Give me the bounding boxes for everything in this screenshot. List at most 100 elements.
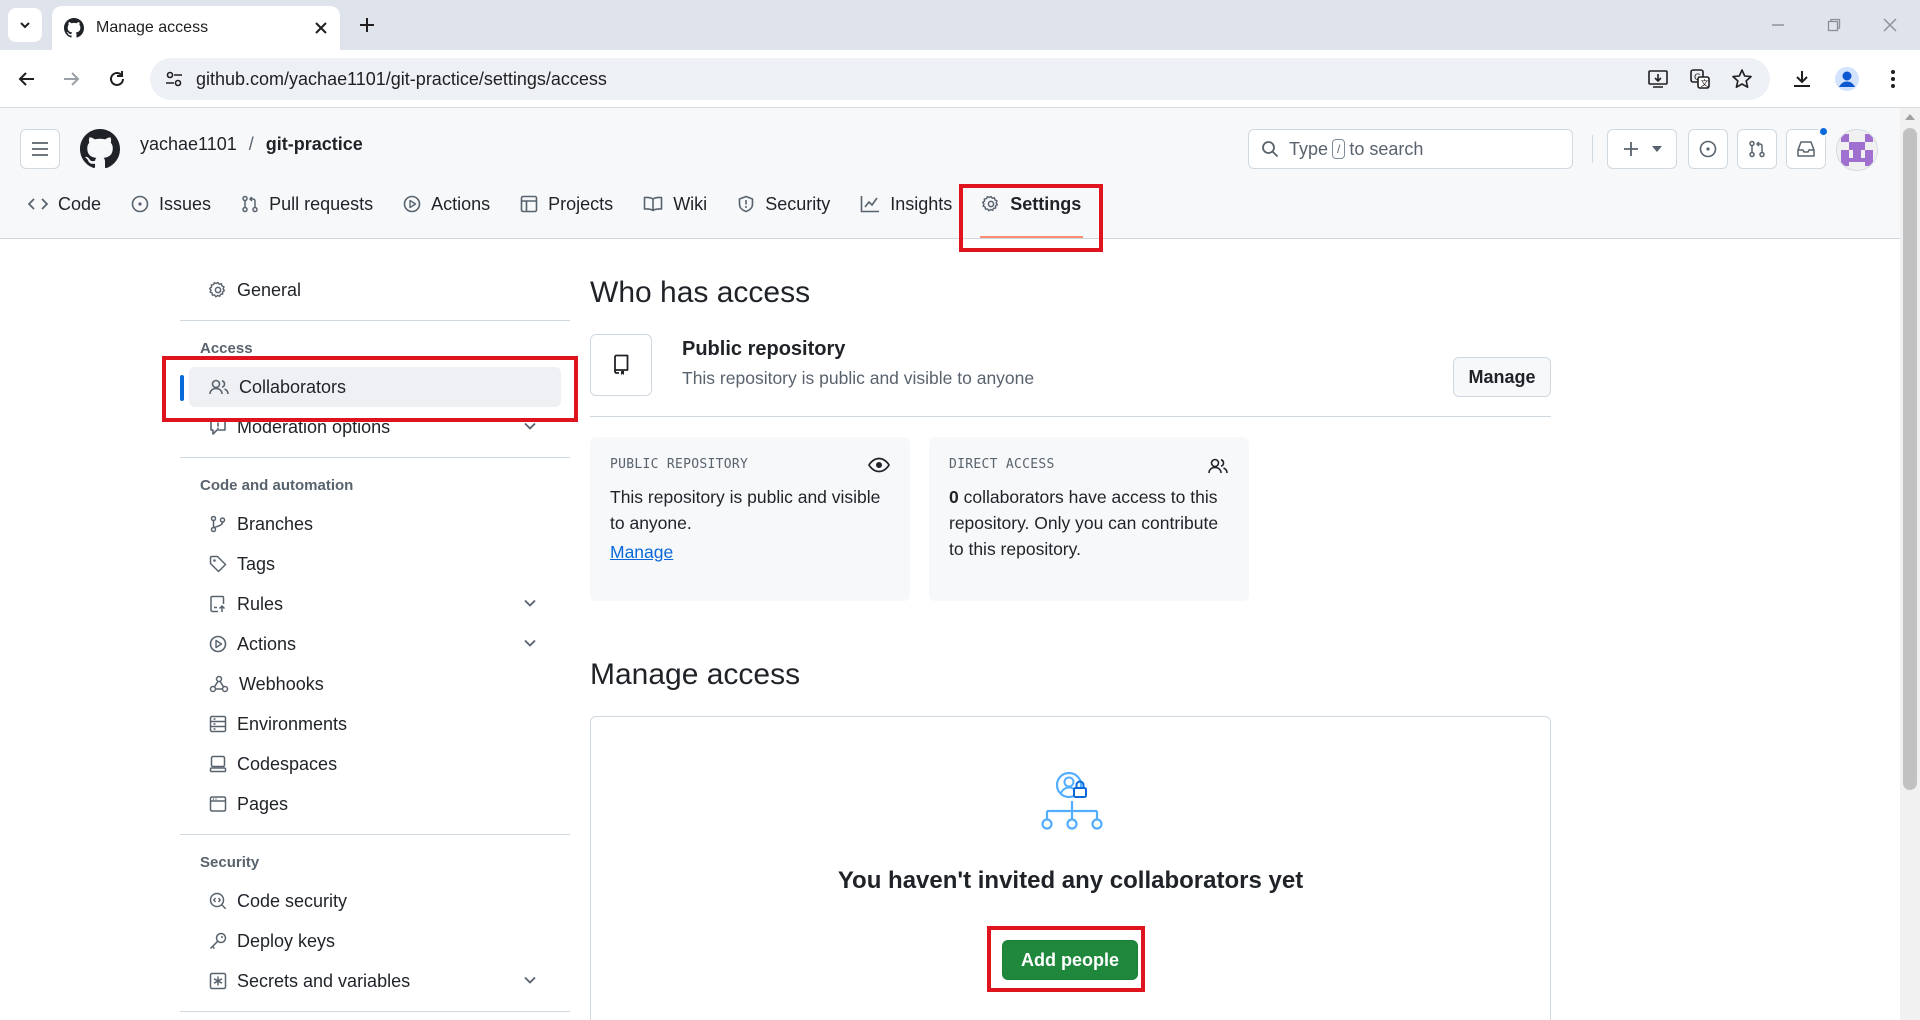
bookmark-star-icon[interactable]: [1730, 67, 1754, 91]
card-text: 0 collaborators have access to this repo…: [949, 484, 1229, 562]
create-new-button[interactable]: [1607, 129, 1677, 169]
sidebar-item-rules[interactable]: Rules: [189, 584, 561, 624]
graph-icon: [860, 196, 880, 213]
tab-code[interactable]: Code: [16, 181, 113, 227]
avatar[interactable]: [1836, 129, 1878, 171]
sidebar-item-branches[interactable]: Branches: [189, 504, 561, 544]
sidebar-item-label: Branches: [237, 513, 314, 534]
tab-actions[interactable]: Actions: [391, 181, 502, 227]
sidebar-item-codespaces[interactable]: Codespaces: [189, 744, 561, 784]
restore-button[interactable]: [1814, 10, 1854, 40]
chevron-down-icon: [524, 599, 536, 607]
sidebar-item-webhooks[interactable]: Webhooks: [189, 664, 561, 704]
tab-issues[interactable]: Issues: [119, 181, 223, 227]
tab-wiki[interactable]: Wiki: [631, 181, 719, 227]
sidebar-item-code-security[interactable]: Code security: [189, 881, 561, 921]
page: Manage access github.com/yachae1101/git-…: [0, 0, 1920, 1020]
tab-label: Wiki: [673, 193, 708, 214]
sidebar-item-label: Moderation options: [237, 416, 391, 437]
minimize-icon: [1772, 24, 1784, 26]
hamburger-menu-button[interactable]: [20, 129, 60, 169]
sidebar-item-tags[interactable]: Tags: [189, 544, 561, 584]
browser-menu-button[interactable]: [1874, 60, 1912, 98]
chevron-down-icon: [524, 422, 536, 430]
hamburger-icon: [32, 142, 48, 156]
back-button[interactable]: [8, 60, 46, 98]
reload-icon: [110, 71, 124, 86]
pull-requests-shortcut-button[interactable]: [1737, 129, 1777, 169]
manage-access-title: Manage access: [590, 658, 801, 691]
browser-tab[interactable]: Manage access: [52, 6, 340, 50]
gear-icon: [209, 281, 226, 298]
issue-icon: [1699, 140, 1717, 158]
owner-link[interactable]: yachae1101: [140, 134, 237, 155]
asterisk-icon: [209, 972, 227, 990]
minimize-button[interactable]: [1758, 10, 1798, 40]
card-text: This repository is public and visible to…: [610, 487, 881, 533]
site-info-icon[interactable]: [162, 67, 186, 91]
sidebar-item-environments[interactable]: Environments: [189, 704, 561, 744]
pull-request-icon: [1749, 140, 1765, 158]
tab-settings[interactable]: Settings: [970, 181, 1093, 238]
sidebar-item-collaborators[interactable]: Collaborators: [180, 367, 561, 407]
sidebar-divider: [180, 457, 570, 458]
sidebar-item-general[interactable]: General: [189, 270, 561, 310]
tab-label: Actions: [431, 193, 491, 214]
add-people-button[interactable]: Add people: [1002, 940, 1138, 980]
collaborators-empty-state: You haven't invited any collaborators ye…: [590, 716, 1551, 1020]
section-divider: [590, 416, 1551, 417]
sidebar-item-pages[interactable]: Pages: [189, 784, 561, 824]
scroll-up-icon[interactable]: [1904, 112, 1916, 122]
tab-label: Settings: [1010, 193, 1082, 214]
chevron-down-icon: [524, 976, 536, 984]
browser-icon: [209, 796, 227, 812]
scrollbar-thumb[interactable]: [1903, 128, 1917, 790]
close-icon[interactable]: [314, 21, 328, 35]
repo-link[interactable]: git-practice: [266, 134, 363, 155]
sidebar-heading-security: Security: [200, 853, 260, 871]
tab-insights[interactable]: Insights: [848, 181, 964, 227]
forward-button[interactable]: [52, 60, 90, 98]
translate-icon[interactable]: G文: [1688, 67, 1712, 91]
tab-security[interactable]: Security: [725, 181, 842, 227]
profile-button[interactable]: [1828, 60, 1866, 98]
card-label: DIRECT ACCESS: [949, 457, 1055, 472]
sidebar-item-actions[interactable]: Actions: [189, 624, 561, 664]
sidebar-divider: [180, 320, 570, 321]
address-bar[interactable]: github.com/yachae1101/git-practice/setti…: [150, 58, 1770, 100]
search-input[interactable]: Type / to search: [1248, 129, 1573, 169]
manage-visibility-button[interactable]: Manage: [1453, 357, 1551, 397]
sidebar-heading-code: Code and automation: [200, 476, 354, 494]
tab-label: Pull requests: [269, 193, 374, 214]
close-window-icon: [1883, 18, 1897, 32]
sidebar-item-label: Environments: [237, 713, 348, 734]
sidebar-item-moderation[interactable]: Moderation options: [189, 407, 561, 447]
triangle-down-icon: [1651, 146, 1662, 152]
github-logo-icon[interactable]: [80, 129, 120, 169]
browser-toolbar: github.com/yachae1101/git-practice/setti…: [0, 50, 1920, 108]
sidebar-item-secrets[interactable]: Secrets and variables: [189, 961, 561, 1001]
webhook-icon: [209, 675, 229, 693]
sidebar-item-deploy-keys[interactable]: Deploy keys: [189, 921, 561, 961]
manage-link[interactable]: Manage: [610, 542, 890, 563]
close-window-button[interactable]: [1870, 10, 1910, 40]
tab-label: Security: [765, 193, 831, 214]
install-app-icon[interactable]: [1646, 67, 1670, 91]
sidebar-item-label: General: [237, 279, 302, 300]
issue-icon: [131, 195, 149, 213]
breadcrumb-separator: /: [248, 133, 254, 154]
downloads-button[interactable]: [1783, 60, 1821, 98]
reload-button[interactable]: [98, 60, 136, 98]
sidebar-item-label: Pages: [237, 793, 289, 814]
tab-projects[interactable]: Projects: [508, 181, 625, 227]
card-text-body: collaborators have access to this reposi…: [949, 487, 1219, 559]
tab-search-button[interactable]: [8, 8, 42, 42]
tab-pull-requests[interactable]: Pull requests: [229, 181, 385, 227]
sidebar-item-label: Codespaces: [237, 753, 338, 774]
play-icon: [209, 635, 227, 653]
inbox-icon: [1797, 141, 1815, 157]
inbox-button[interactable]: [1786, 126, 1829, 169]
new-tab-button[interactable]: [352, 10, 382, 40]
issues-shortcut-button[interactable]: [1688, 129, 1728, 169]
tab-label: Projects: [548, 193, 614, 214]
